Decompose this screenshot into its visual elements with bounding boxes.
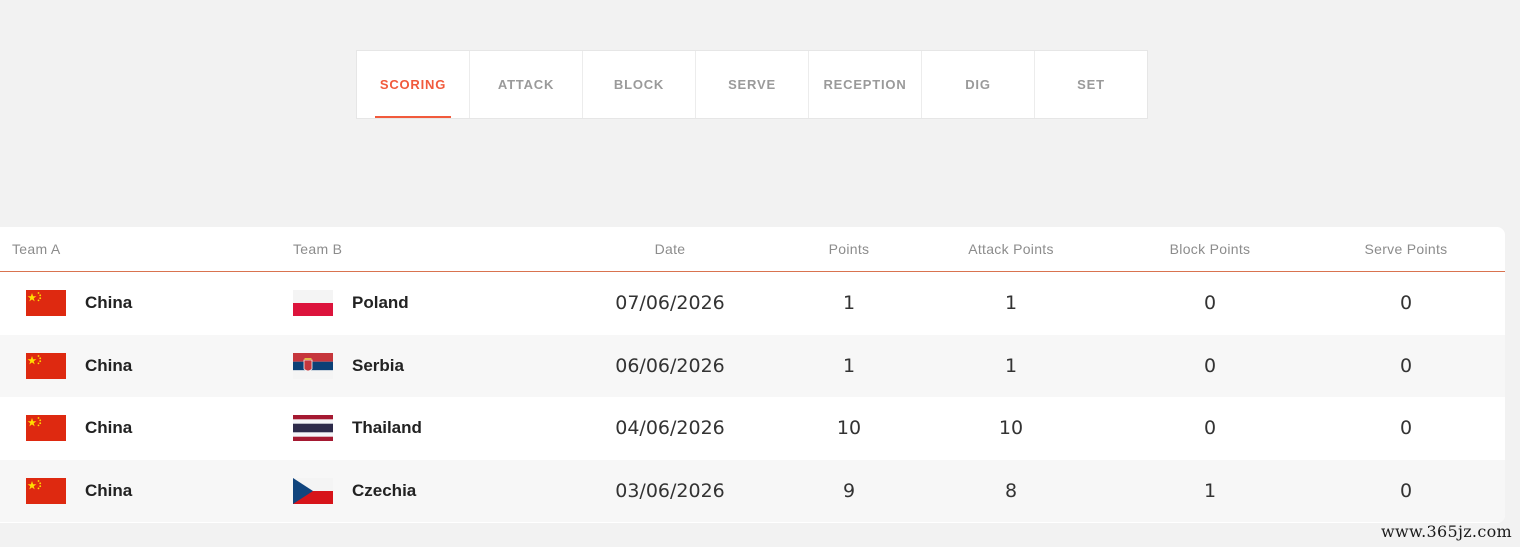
page: SCORING ATTACK BLOCK SERVE RECEPTION DIG… [0,0,1520,547]
match-date: 07/06/2026 [615,292,725,315]
team-b-name[interactable]: Thailand [352,397,422,460]
serve-points-value: 0 [1399,479,1413,502]
team-a-cell [26,272,66,335]
team-b-name[interactable]: Poland [352,272,409,335]
team-a-name[interactable]: China [85,335,132,398]
czechia-flag-icon [293,478,333,504]
header-attack-points: Attack Points [968,241,1054,257]
header-block-points: Block Points [1169,241,1251,257]
header-team-b: Team B [293,241,343,257]
team-b-cell [293,272,333,335]
thailand-flag-icon [293,415,333,441]
china-flag-icon [26,415,66,441]
team-b-cell [293,460,333,523]
serve-points-value: 0 [1399,417,1413,440]
table-row[interactable]: China Czechia 03/06/2026 9 8 1 0 [0,459,1505,523]
attack-points-value: 8 [1004,479,1018,502]
table-row[interactable]: China Poland 07/06/2026 1 1 0 0 [0,272,1505,335]
tab-dig[interactable]: DIG [922,51,1035,118]
points-value: 1 [842,354,856,377]
tab-set[interactable]: SET [1035,51,1147,118]
team-b-cell [293,397,333,460]
tab-attack[interactable]: ATTACK [470,51,583,118]
points-value: 10 [836,417,862,440]
block-points-value: 1 [1203,479,1217,502]
match-stats-table: Team A Team B Date Points Attack Points … [0,227,1505,523]
tab-reception[interactable]: RECEPTION [809,51,922,118]
points-value: 1 [842,292,856,315]
stats-tab-bar: SCORING ATTACK BLOCK SERVE RECEPTION DIG… [356,50,1148,119]
team-a-name[interactable]: China [85,272,132,335]
block-points-value: 0 [1203,417,1217,440]
match-date: 06/06/2026 [615,354,725,377]
team-a-name[interactable]: China [85,460,132,523]
header-date: Date [654,241,686,257]
team-a-cell [26,397,66,460]
match-date: 03/06/2026 [615,479,725,502]
header-team-a: Team A [12,241,61,257]
match-date: 04/06/2026 [615,417,725,440]
poland-flag-icon [293,290,333,316]
attack-points-value: 1 [1004,292,1018,315]
china-flag-icon [26,290,66,316]
serbia-flag-icon [293,353,333,379]
team-b-name[interactable]: Serbia [352,335,404,398]
points-value: 9 [842,479,856,502]
serve-points-value: 0 [1399,292,1413,315]
team-a-name[interactable]: China [85,397,132,460]
team-b-name[interactable]: Czechia [352,460,416,523]
serve-points-value: 0 [1399,354,1413,377]
team-a-cell [26,460,66,523]
header-points: Points [828,241,870,257]
block-points-value: 0 [1203,354,1217,377]
attack-points-value: 10 [998,417,1024,440]
attack-points-value: 1 [1004,354,1018,377]
header-serve-points: Serve Points [1364,241,1448,257]
team-a-cell [26,335,66,398]
block-points-value: 0 [1203,292,1217,315]
tab-serve[interactable]: SERVE [696,51,809,118]
table-row[interactable]: China Thailand 04/06/2026 10 10 0 0 [0,397,1505,460]
table-header: Team A Team B Date Points Attack Points … [0,227,1505,272]
table-row[interactable]: China Serbia 06/06/2026 1 1 0 0 [0,334,1505,398]
team-b-cell [293,335,333,398]
site-watermark: www.365jz.com [1381,522,1512,541]
china-flag-icon [26,478,66,504]
tab-block[interactable]: BLOCK [583,51,696,118]
tab-scoring[interactable]: SCORING [357,51,470,118]
china-flag-icon [26,353,66,379]
